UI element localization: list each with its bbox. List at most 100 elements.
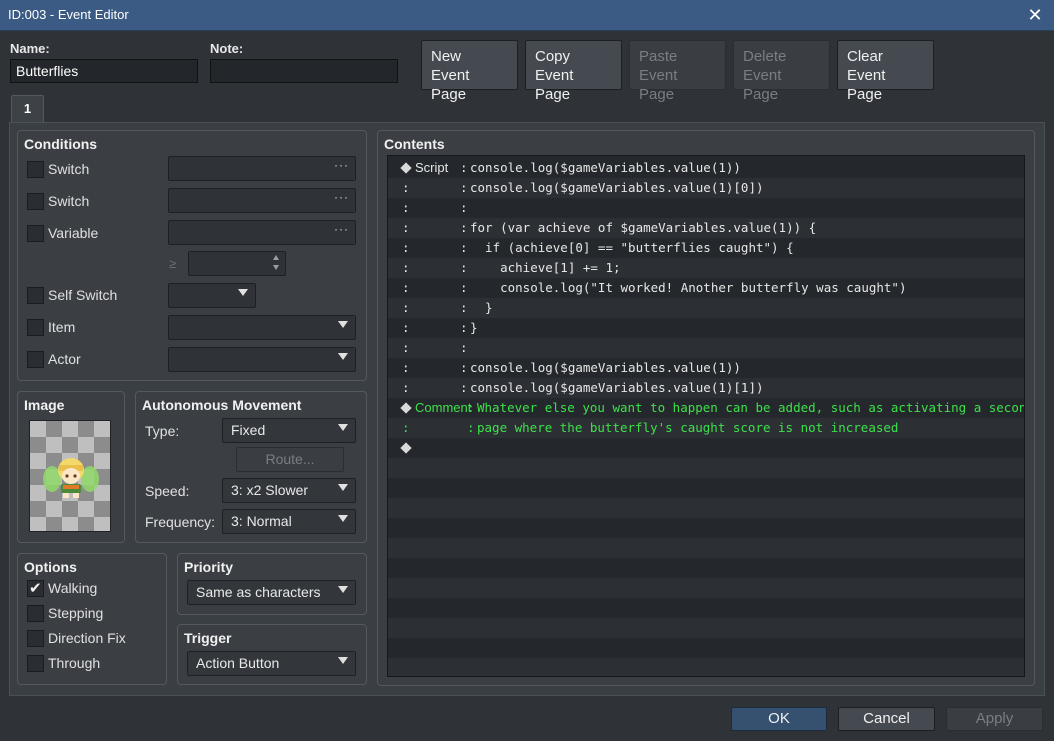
empty-row — [388, 658, 1024, 676]
option-walking-checkbox[interactable] — [27, 579, 44, 597]
route-button[interactable]: Route... — [236, 447, 344, 472]
command-separator: : — [460, 180, 468, 195]
delete-event-page-button[interactable]: Delete Event Page — [733, 40, 830, 103]
movement-speed-dropdown[interactable]: 3: x2 Slower — [222, 478, 356, 503]
condition-variable-field[interactable]: ··· — [168, 220, 356, 245]
command-line[interactable]: :: if (achieve[0] == "butterflies caught… — [388, 238, 1024, 258]
empty-row — [388, 538, 1024, 558]
new-event-page-line1: New — [431, 48, 462, 65]
command-line[interactable]: Script: console.log($gameVariables.value(… — [388, 158, 1024, 178]
command-line[interactable]: :: console.log($gameVariables.value(1)[1]… — [388, 378, 1024, 398]
continuation-marker: : — [402, 380, 410, 395]
command-line[interactable]: :: console.log($gameVariables.value(1)[0]… — [388, 178, 1024, 198]
close-icon[interactable]: ✕ — [1024, 4, 1046, 26]
movement-frequency-label: Frequency: — [145, 514, 216, 530]
item-dropdown[interactable] — [168, 315, 356, 340]
command-line[interactable]: :: } — [388, 298, 1024, 318]
command-separator: : — [467, 400, 475, 415]
command-line[interactable]: :: achieve[1] += 1; — [388, 258, 1024, 278]
command-line[interactable]: :: — [388, 338, 1024, 358]
spin-down-icon[interactable] — [273, 265, 279, 270]
empty-row — [388, 618, 1024, 638]
command-line[interactable]: :: console.log($gameVariables.value(1)) — [388, 358, 1024, 378]
command-line[interactable]: Comment: Whatever else you want to happen… — [388, 398, 1024, 418]
self-switch-dropdown[interactable] — [168, 283, 256, 308]
name-label: Name: — [10, 41, 50, 56]
continuation-marker: : — [402, 280, 410, 295]
continuation-marker: : — [402, 360, 410, 375]
command-text: } — [470, 300, 493, 315]
actor-dropdown[interactable] — [168, 347, 356, 372]
diamond-shape — [400, 442, 412, 454]
command-line[interactable]: :: page where the butterfly's caught scor… — [388, 418, 1024, 438]
delete-event-page-line1: Delete — [743, 48, 787, 65]
variable-value-spinner[interactable] — [188, 251, 286, 276]
priority-dropdown[interactable]: Same as characters — [187, 580, 356, 605]
command-text: console.log("It worked! Another butterfl… — [470, 280, 907, 295]
empty-row — [388, 458, 1024, 478]
title-bar: ID:003 - Event Editor ✕ — [0, 0, 1054, 31]
option-stepping-checkbox[interactable] — [27, 605, 44, 622]
clear-event-page-line1: Clear — [847, 48, 883, 65]
command-separator: : — [460, 300, 468, 315]
diamond-shape — [400, 402, 412, 414]
note-field[interactable] — [210, 59, 398, 83]
tab-page-1[interactable]: 1 — [11, 95, 44, 123]
condition-actor-label: Actor — [48, 351, 81, 367]
condition-switch1-checkbox[interactable] — [27, 161, 44, 178]
event-command-list[interactable]: Script: console.log($gameVariables.value(… — [387, 155, 1025, 677]
condition-self-switch-checkbox[interactable] — [27, 287, 44, 304]
paste-event-page-button[interactable]: Paste Event Page — [629, 40, 726, 103]
option-through-checkbox[interactable] — [27, 655, 44, 672]
command-line[interactable] — [388, 438, 1024, 458]
condition-switch1-field[interactable]: ··· — [168, 156, 356, 181]
trigger-dropdown[interactable]: Action Button — [187, 651, 356, 676]
command-separator: : — [467, 420, 475, 435]
clear-event-page-button[interactable]: Clear Event Page — [837, 40, 934, 103]
cancel-button[interactable]: Cancel — [838, 707, 935, 731]
command-line[interactable]: :: — [388, 198, 1024, 218]
command-line[interactable]: :: console.log("It worked! Another butte… — [388, 278, 1024, 298]
movement-frequency-dropdown[interactable]: 3: Normal — [222, 509, 356, 534]
movement-type-dropdown[interactable]: Fixed — [222, 418, 356, 443]
continuation-marker: : — [402, 180, 410, 195]
new-event-page-line2: Event Page — [431, 67, 470, 103]
clear-event-page-line2: Event Page — [847, 67, 886, 103]
option-direction-fix-checkbox[interactable] — [27, 630, 44, 647]
spin-up-icon[interactable] — [273, 255, 279, 260]
movement-type-label: Type: — [145, 423, 180, 439]
condition-variable-checkbox[interactable] — [27, 225, 44, 242]
command-separator: : — [460, 360, 468, 375]
comparator-symbol: ≥ — [169, 256, 177, 271]
empty-row — [388, 498, 1024, 518]
condition-switch2-checkbox[interactable] — [27, 193, 44, 210]
condition-switch2-field[interactable]: ··· — [168, 188, 356, 213]
apply-button[interactable]: Apply — [946, 707, 1043, 731]
ellipsis-icon: ··· — [334, 222, 349, 236]
ok-button[interactable]: OK — [731, 707, 827, 731]
condition-actor-checkbox[interactable] — [27, 351, 44, 368]
paste-event-page-line1: Paste — [639, 48, 678, 65]
name-field[interactable]: Butterflies — [10, 59, 198, 83]
chevron-down-icon — [338, 657, 348, 664]
movement-frequency-value: 3: Normal — [231, 513, 292, 529]
trigger-value: Action Button — [196, 655, 280, 671]
command-line[interactable]: :: for (var achieve of $gameVariables.val… — [388, 218, 1024, 238]
command-label: Script — [415, 160, 449, 175]
diamond-icon — [400, 398, 412, 418]
empty-row — [388, 598, 1024, 618]
command-separator: : — [460, 340, 468, 355]
continuation-marker: : — [402, 420, 410, 435]
condition-item-label: Item — [48, 319, 76, 335]
command-separator: : — [460, 380, 468, 395]
copy-event-page-button[interactable]: Copy Event Page — [525, 40, 622, 103]
command-line[interactable]: ::} — [388, 318, 1024, 338]
continuation-marker: : — [402, 240, 410, 255]
condition-item-checkbox[interactable] — [27, 319, 44, 336]
event-image[interactable] — [29, 420, 111, 532]
chevron-down-icon — [238, 289, 248, 296]
image-title: Image — [24, 397, 65, 413]
new-event-page-button[interactable]: New Event Page — [421, 40, 518, 103]
diamond-shape — [400, 162, 412, 174]
priority-value: Same as characters — [196, 584, 321, 600]
